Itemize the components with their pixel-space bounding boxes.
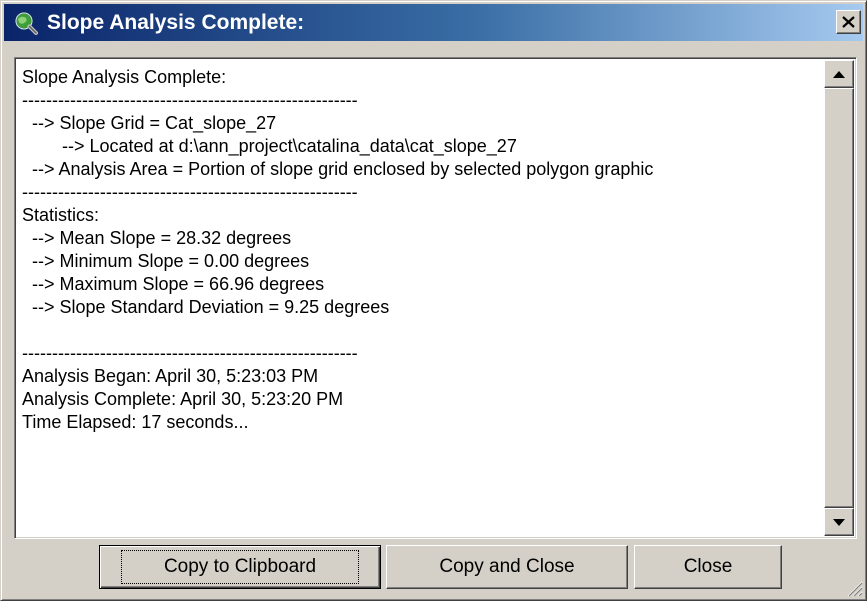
report-line: --> Slope Standard Deviation = 9.25 degr…	[22, 297, 390, 317]
report-line: --> Located at d:\ann_project\catalina_d…	[22, 136, 517, 156]
vertical-scrollbar[interactable]	[824, 60, 854, 536]
close-label: Close	[683, 556, 733, 577]
slope-analysis-dialog: Slope Analysis Complete: Slope Analysis …	[0, 0, 867, 601]
report-textbox[interactable]: Slope Analysis Complete: ----------------…	[14, 57, 857, 539]
report-line: ----------------------------------------…	[22, 90, 358, 110]
report-line: Analysis Began: April 30, 5:23:03 PM	[22, 366, 319, 386]
report-text[interactable]: Slope Analysis Complete: ----------------…	[22, 66, 822, 534]
report-line: Time Elapsed: 17 seconds...	[22, 412, 249, 432]
copy-and-close-button[interactable]: Copy and Close	[386, 545, 628, 589]
copy-to-clipboard-label: Copy to Clipboard	[120, 550, 360, 584]
report-line	[22, 319, 822, 342]
close-icon	[842, 16, 855, 28]
arrow-down-icon	[833, 518, 845, 526]
copy-to-clipboard-button[interactable]: Copy to Clipboard	[99, 545, 381, 589]
close-button[interactable]: Close	[634, 545, 782, 589]
title-bar[interactable]: Slope Analysis Complete:	[4, 4, 863, 41]
report-line: --> Maximum Slope = 66.96 degrees	[22, 274, 325, 294]
arrow-up-icon	[833, 70, 845, 78]
window-title: Slope Analysis Complete:	[47, 10, 305, 34]
report-line: --> Mean Slope = 28.32 degrees	[22, 228, 292, 248]
scroll-down-button[interactable]	[824, 508, 854, 536]
report-line: Slope Analysis Complete:	[22, 67, 227, 87]
globe-magnifier-icon	[15, 11, 38, 35]
copy-and-close-label: Copy and Close	[439, 556, 575, 577]
scroll-thumb[interactable]	[824, 88, 854, 508]
report-line: --> Minimum Slope = 0.00 degrees	[22, 251, 310, 271]
report-line: ----------------------------------------…	[22, 182, 358, 202]
report-line: ----------------------------------------…	[22, 343, 358, 363]
close-window-button[interactable]	[836, 10, 861, 34]
resize-grip-icon[interactable]	[845, 579, 863, 597]
scroll-up-button[interactable]	[824, 60, 854, 88]
report-line: --> Slope Grid = Cat_slope_27	[22, 113, 277, 133]
report-line: Statistics:	[22, 205, 100, 225]
report-line: Analysis Complete: April 30, 5:23:20 PM	[22, 389, 344, 409]
report-line: --> Analysis Area = Portion of slope gri…	[22, 159, 654, 179]
